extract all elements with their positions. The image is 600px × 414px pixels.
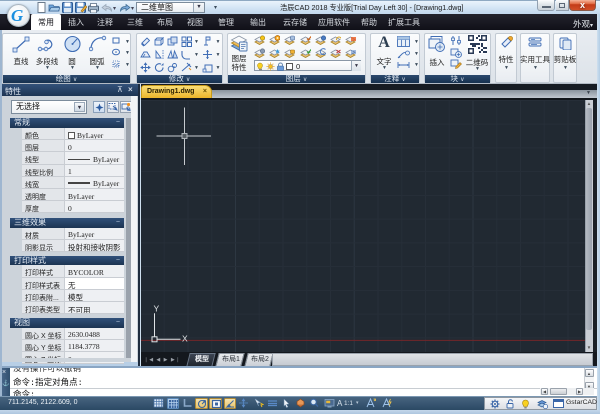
svg-text:Y: Y xyxy=(154,303,160,313)
svg-text:X: X xyxy=(182,333,188,343)
